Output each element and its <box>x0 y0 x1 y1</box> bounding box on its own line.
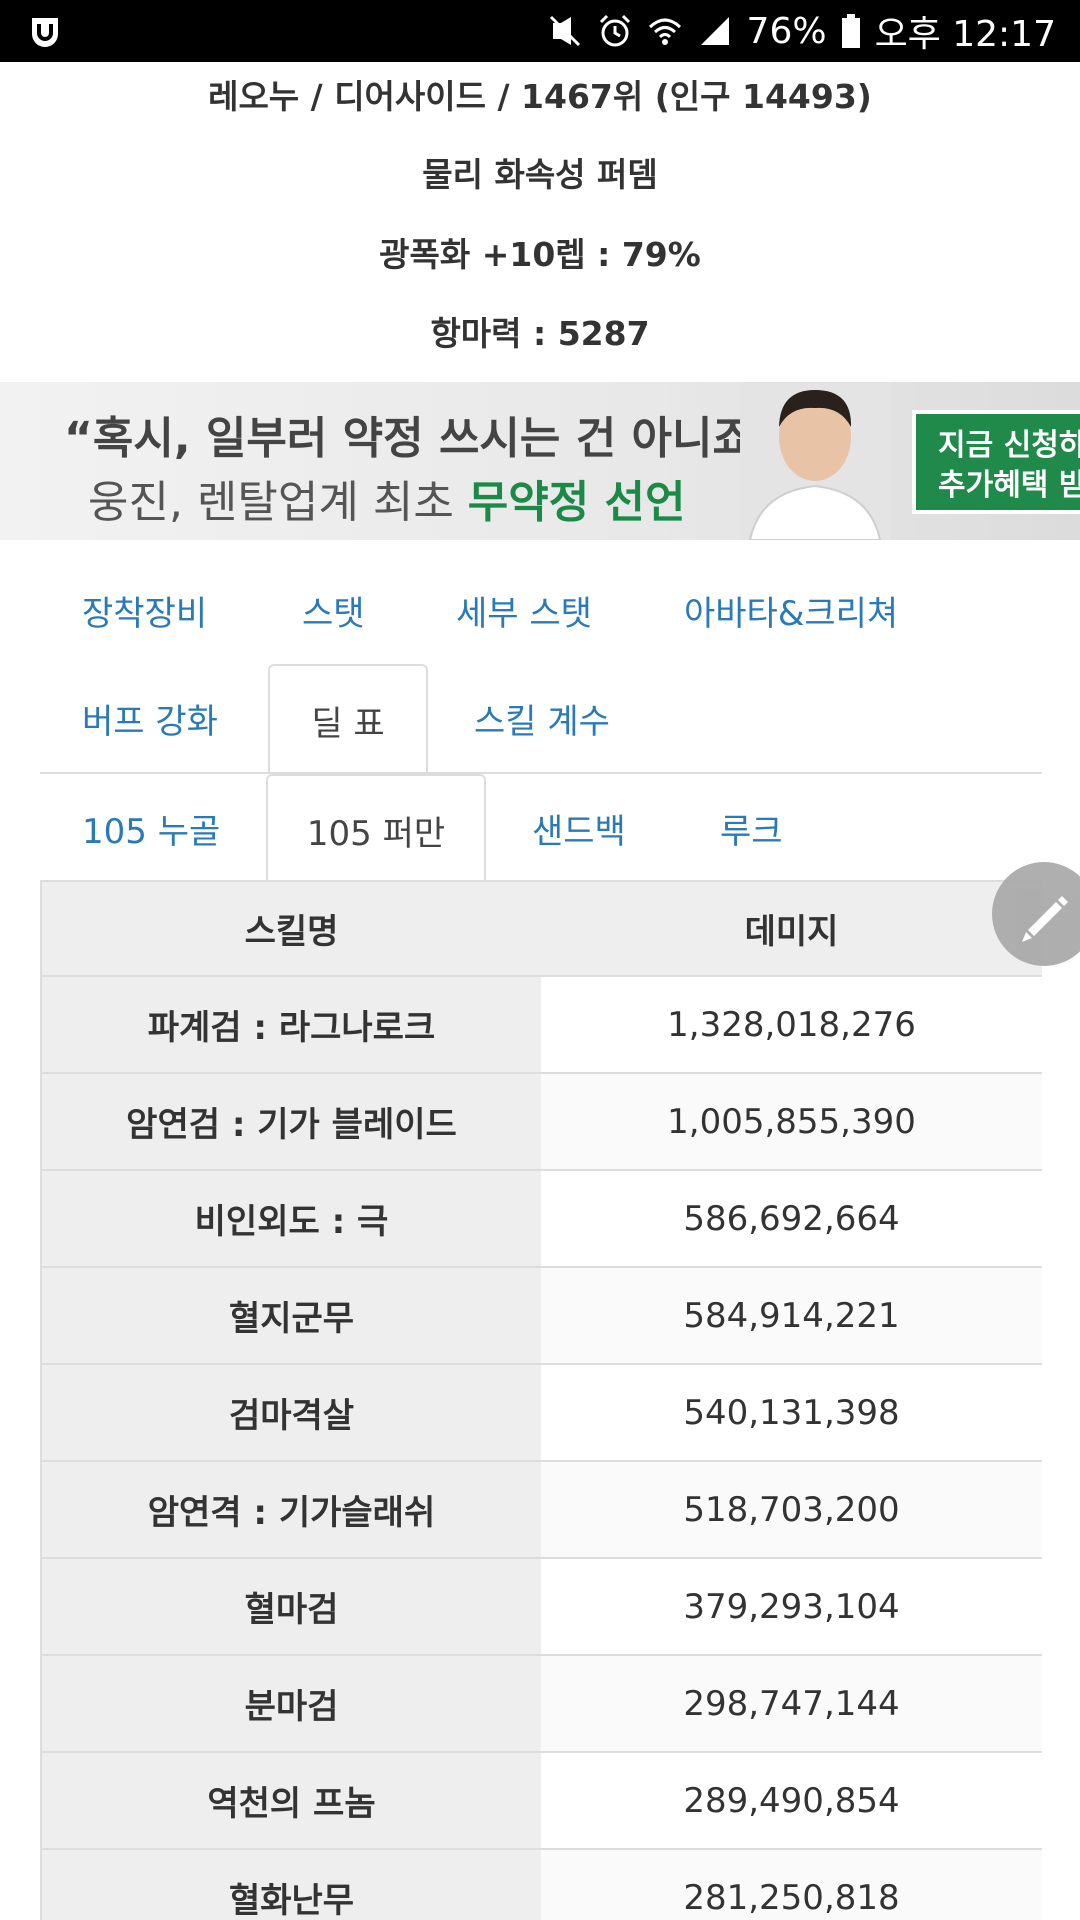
status-bar: 76% 오후 12:17 <box>0 0 1080 62</box>
enhance-status: 광폭화 +10렙 : 79% <box>379 235 701 274</box>
skill-name: 혈마검 <box>42 1559 541 1654</box>
banner-cta-line1: 지금 신청하 <box>938 428 1080 463</box>
skill-damage: 1,005,855,390 <box>541 1074 1042 1169</box>
skill-damage: 586,692,664 <box>683 1198 900 1239</box>
table-row: 역천의 프놈 289,490,854 <box>42 1753 1042 1850</box>
skill-name: 분마검 <box>42 1656 541 1751</box>
mute-icon <box>549 15 580 47</box>
tab-avatar-creature[interactable]: 아바타&크리쳐 <box>684 586 898 635</box>
skill-name: 혈화난무 <box>42 1850 541 1920</box>
table-row: 파계검 : 라그나로크 1,328,018,276 <box>42 977 1042 1074</box>
tab-rook[interactable]: 루크 <box>720 804 783 853</box>
table-row: 암연검 : 기가 블레이드 1,005,855,390 <box>42 1074 1042 1171</box>
tab-damage-table[interactable]: 딜 표 <box>268 664 428 774</box>
tab-equipment[interactable]: 장착장비 <box>82 586 207 635</box>
banner-headline: “혹시, 일부러 약정 쓰시는 건 아니죠?” <box>64 413 808 464</box>
banner-subline: 웅진, 렌탈업계 최초 무약정 선언 <box>88 466 686 530</box>
table-header-row: 스킬명 데미지 <box>42 880 1042 977</box>
app-logo-icon <box>32 18 58 47</box>
skill-damage: 584,914,221 <box>541 1268 1042 1363</box>
tab-buff-enhance[interactable]: 버프 강화 <box>82 694 218 743</box>
ad-banner[interactable]: “혹시, 일부러 약정 쓰시는 건 아니죠?” 웅진, 렌탈업계 최초 무약정 … <box>0 382 1080 540</box>
pencil-icon <box>1022 896 1068 942</box>
magic-resist: 항마력 : 5287 <box>430 314 650 353</box>
banner-model-photo <box>740 382 890 540</box>
table-row: 혈지군무 584,914,221 <box>42 1268 1042 1365</box>
skill-name: 암연검 : 기가 블레이드 <box>42 1074 541 1169</box>
table-row: 검마격살 540,131,398 <box>42 1365 1042 1462</box>
damage-table: 스킬명 데미지 파계검 : 라그나로크 1,328,018,276 암연검 : … <box>40 880 1042 1920</box>
banner-sub-highlight: 무약정 선언 <box>467 477 686 528</box>
status-time: 오후 12:17 <box>874 14 1056 55</box>
battery-icon <box>841 14 860 48</box>
banner-cta-line2: 추가혜택 받 <box>938 468 1080 503</box>
skill-name: 파계검 : 라그나로크 <box>42 977 541 1072</box>
tab-105-nugol[interactable]: 105 누골 <box>82 804 220 853</box>
table-row: 혈화난무 281,250,818 <box>42 1850 1042 1920</box>
character-build: 물리 화속성 퍼뎀 <box>422 155 658 194</box>
alarm-icon <box>599 14 630 47</box>
table-row: 비인외도 : 극 586,692,664 <box>42 1171 1042 1268</box>
skill-damage: 1,328,018,276 <box>667 1004 916 1045</box>
tab-105-permanent[interactable]: 105 퍼만 <box>266 774 486 884</box>
skill-name: 비인외도 : 극 <box>42 1171 541 1266</box>
tabs-divider <box>40 772 1042 774</box>
tab-skill-coefficient[interactable]: 스킬 계수 <box>474 694 610 743</box>
skill-damage: 540,131,398 <box>683 1392 900 1433</box>
tab-sandbag[interactable]: 샌드백 <box>532 804 626 853</box>
skill-name: 검마격살 <box>42 1365 541 1460</box>
edit-fab-button[interactable] <box>992 862 1080 966</box>
banner-cta-button[interactable]: 지금 신청하 추가혜택 받 <box>912 410 1080 514</box>
header-damage: 데미지 <box>541 882 1042 975</box>
wifi-icon <box>648 18 681 45</box>
skill-damage: 289,490,854 <box>683 1780 900 1821</box>
skill-damage: 281,250,818 <box>541 1850 1042 1920</box>
table-row: 혈마검 379,293,104 <box>42 1559 1042 1656</box>
signal-icon <box>700 17 729 45</box>
skill-damage: 379,293,104 <box>683 1586 900 1627</box>
table-row: 분마검 298,747,144 <box>42 1656 1042 1753</box>
table-row: 암연격 : 기가슬래쉬 518,703,200 <box>42 1462 1042 1559</box>
skill-name: 혈지군무 <box>42 1268 541 1363</box>
skill-name: 역천의 프놈 <box>42 1753 541 1848</box>
character-summary: 레오누 / 디어사이드 / 1467위 (인구 14493) <box>208 77 872 116</box>
battery-percent: 76% <box>746 10 827 52</box>
skill-name: 암연격 : 기가슬래쉬 <box>42 1462 541 1557</box>
skill-damage: 518,703,200 <box>541 1462 1042 1557</box>
tab-stats[interactable]: 스탯 <box>302 586 365 635</box>
banner-sub-prefix: 웅진, 렌탈업계 최초 <box>88 477 468 528</box>
skill-damage: 298,747,144 <box>541 1656 1042 1751</box>
header-skill-name: 스킬명 <box>42 882 541 975</box>
tab-detail-stats[interactable]: 세부 스탯 <box>456 586 592 635</box>
